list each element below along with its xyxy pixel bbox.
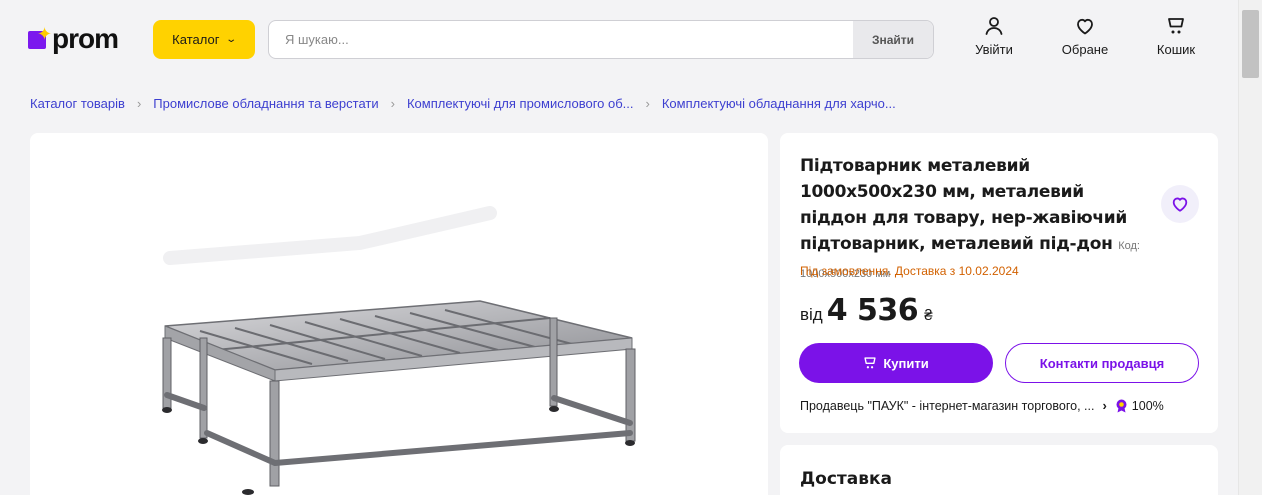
currency-symbol: ₴ bbox=[924, 307, 933, 324]
breadcrumb-link-catalog[interactable]: Каталог товарів bbox=[30, 96, 125, 111]
add-to-favorites-button[interactable] bbox=[1161, 185, 1199, 223]
logo-text: prom bbox=[52, 23, 119, 54]
logo-mark-icon: ✦ bbox=[28, 26, 52, 50]
contact-seller-button[interactable]: Контакти продавця bbox=[1005, 343, 1199, 383]
product-gallery[interactable] bbox=[30, 133, 768, 495]
search-input[interactable] bbox=[269, 21, 853, 58]
heart-icon bbox=[1077, 18, 1093, 35]
site-header: ✦ prom Каталог ⌄ Знайти Увійти Обране Ко… bbox=[0, 0, 1238, 78]
catalog-label: Каталог bbox=[172, 32, 220, 47]
catalog-button[interactable]: Каталог ⌄ bbox=[153, 20, 255, 59]
cart-icon bbox=[1168, 18, 1184, 34]
delivery-title: Доставка bbox=[800, 469, 892, 489]
seller-rating-value: 100% bbox=[1131, 398, 1164, 413]
search-bar: Знайти bbox=[268, 20, 934, 59]
seller-name: Продавець "ПАУК" - інтернет-магазин торг… bbox=[800, 398, 1095, 413]
page-scrollbar[interactable] bbox=[1238, 0, 1262, 495]
heart-icon bbox=[1172, 197, 1188, 212]
product-title-text: Підтоварник металевий 1000х500х230 мм, м… bbox=[800, 156, 1127, 254]
scrollbar-thumb[interactable] bbox=[1242, 10, 1259, 78]
breadcrumb-link-industrial-components[interactable]: Комплектуючі для промислового об... bbox=[407, 96, 634, 111]
favorites-button[interactable]: Обране bbox=[1050, 16, 1120, 57]
login-button[interactable]: Увійти bbox=[959, 16, 1029, 57]
buy-button[interactable]: Купити bbox=[799, 343, 993, 383]
breadcrumb-link-food-equipment-components[interactable]: Комплектуючі обладнання для харчо... bbox=[662, 96, 896, 111]
chevron-right-icon: › bbox=[136, 96, 142, 111]
product-info-panel: Підтоварник металевий 1000х500х230 мм, м… bbox=[780, 133, 1218, 433]
availability-status: Під замовлення. Доставка з 10.02.2024 bbox=[800, 264, 1019, 278]
cart-button[interactable]: Кошик bbox=[1141, 16, 1211, 57]
delivery-panel: Доставка bbox=[780, 445, 1218, 495]
price: від 4 536 ₴ bbox=[800, 293, 933, 328]
favorites-label: Обране bbox=[1061, 42, 1109, 57]
price-value: 4 536 bbox=[826, 293, 919, 328]
breadcrumb: Каталог товарів › Промислове обладнання … bbox=[30, 96, 896, 111]
buy-label: Купити bbox=[883, 355, 929, 371]
prom-logo[interactable]: ✦ prom bbox=[28, 22, 119, 56]
rating-badge-icon bbox=[1116, 399, 1127, 412]
seller-link[interactable]: Продавець "ПАУК" - інтернет-магазин торг… bbox=[800, 398, 1200, 413]
user-icon bbox=[985, 17, 1003, 35]
chevron-down-icon: ⌄ bbox=[225, 34, 238, 45]
login-label: Увійти bbox=[975, 42, 1013, 57]
product-image bbox=[162, 206, 636, 495]
breadcrumb-link-industrial-equipment[interactable]: Промислове обладнання та верстати bbox=[153, 96, 378, 111]
search-button[interactable]: Знайти bbox=[853, 21, 933, 58]
cart-label: Кошик bbox=[1156, 42, 1196, 57]
chevron-right-icon: › bbox=[1102, 398, 1107, 413]
cart-icon bbox=[864, 357, 876, 369]
chevron-right-icon: › bbox=[645, 96, 650, 111]
chevron-right-icon: › bbox=[390, 96, 395, 111]
price-prefix: від bbox=[800, 305, 823, 324]
seller-rating: 100% bbox=[1115, 399, 1164, 413]
